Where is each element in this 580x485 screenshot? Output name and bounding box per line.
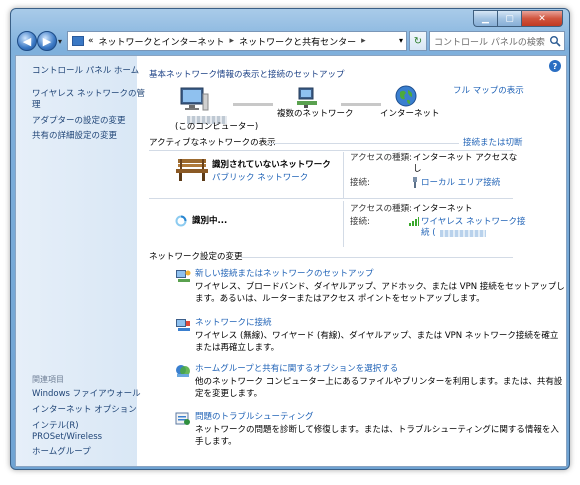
back-arrow-icon: ◀ [22,34,32,48]
bench-icon [176,159,208,181]
task-new-connection-link[interactable]: 新しい接続またはネットワークのセットアップ [195,269,374,280]
navigation-bar: ◀ ▶ ▾ « ネットワークとインターネット ▸ ネットワークと共有センター ▸… [15,29,567,53]
new-connection-icon [176,270,191,282]
sidebar-intel-proset[interactable]: インテル(R) [32,421,79,432]
help-button[interactable]: ? [549,60,561,72]
sidebar-windows-firewall[interactable]: Windows ファイアウォール [32,389,141,400]
search-input[interactable]: コントロール パネルの検索 [429,31,565,51]
sidebar-manage-wireless[interactable]: ワイヤレス ネットワークの管 [32,89,145,100]
divider [149,198,513,199]
network2-access-label: アクセスの種類: [350,204,412,214]
address-dropdown-icon[interactable]: ▾ [399,36,403,45]
network-icon [297,87,317,108]
task-pane: コントロール パネル ホーム ワイヤレス ネットワークの管 理 アダプターの設定… [16,56,145,466]
task-connect-network-desc: ワイヤレス (無線)、ワイヤード (有線)、ダイヤルアップ、または VPN ネッ… [195,331,559,341]
minimize-button[interactable]: ▁ [473,10,497,27]
address-bar[interactable]: « ネットワークとインターネット ▸ ネットワークと共有センター ▸ ▾ [67,31,407,51]
help-icon: ? [552,61,558,71]
divider [343,201,344,247]
sidebar-intel-proset-cont[interactable]: PROSet/Wireless [32,432,102,443]
network1-type-link[interactable]: パブリック ネットワーク [212,173,308,184]
wireless-connection-link-cont[interactable]: 続 ( [421,228,436,239]
task-troubleshoot-link[interactable]: 問題のトラブルシューティング [195,412,314,423]
screen: ▁ ▢ ✕ ◀ ▶ ▾ « ネットワークとインターネット ▸ ネットワークと共有… [0,0,580,485]
breadcrumb-chevron-icon[interactable]: ▸ [361,36,366,46]
homegroup-icon [176,365,190,377]
sidebar-control-panel-home[interactable]: コントロール パネル ホーム [32,66,139,77]
divider [267,143,459,144]
local-area-connection-link[interactable]: ローカル エリア接続 [421,178,500,189]
ssid-redacted [440,230,486,237]
network1-access-label: アクセスの種類: [350,153,412,163]
forward-button[interactable]: ▶ [37,31,57,51]
network2-access-value: インターネット [413,204,473,214]
network2-connection-label: 接続: [350,217,370,227]
task-connect-network-link[interactable]: ネットワークに接続 [195,318,272,329]
close-icon: ✕ [538,13,546,24]
breadcrumb-sharing-center[interactable]: ネットワークと共有センター [239,35,356,48]
search-icon [550,36,561,47]
back-button[interactable]: ◀ [17,31,37,51]
control-panel-icon [72,36,84,46]
wireless-signal-icon [409,217,419,226]
main-pane: ? 基本ネットワーク情報の表示と接続のセットアップ (このコンピューター) 複数… [137,56,567,466]
ethernet-icon [413,177,417,188]
map-link-1 [233,103,273,106]
maximize-icon: ▢ [505,13,514,24]
map-link-2 [341,103,381,106]
task-troubleshoot-desc: ネットワークの問題を診断して修復します。または、トラブルシューティングに関する情… [195,425,559,435]
explorer-window: ▁ ▢ ✕ ◀ ▶ ▾ « ネットワークとインターネット ▸ ネットワークと共有… [10,8,570,470]
sidebar-adapter-settings[interactable]: アダプターの設定の変更 [32,116,126,127]
wireless-connection-link[interactable]: ワイヤレス ネットワーク接 [421,217,525,228]
internet-globe-icon [395,85,417,107]
full-map-link[interactable]: フル マップの表示 [453,86,524,97]
task-new-connection-desc-cont: ます。あるいは、ルーターまたはアクセス ポイントをセットアップします。 [195,294,485,304]
breadcrumb-chevron-icon[interactable]: ▸ [230,36,235,46]
computer-icon [180,87,209,111]
title-buttons: ▁ ▢ ✕ [473,10,563,27]
network1-access-value-cont: し [413,164,422,174]
task-troubleshoot-desc-cont: 手します。 [195,437,237,447]
task-new-connection-desc: ワイヤレス、ブロードバンド、ダイヤルアップ、アドホック、または VPN 接続をセ… [195,282,565,292]
internet-label[interactable]: インターネット [380,109,440,120]
loading-spinner-icon [175,215,187,227]
connect-network-icon [176,319,190,331]
forward-arrow-icon: ▶ [42,34,52,48]
page-title: 基本ネットワーク情報の表示と接続のセットアップ [149,70,345,80]
see-also-heading: 関連項目 [32,375,64,384]
recent-pages-dropdown[interactable]: ▾ [58,37,62,46]
breadcrumb-network-internet[interactable]: ネットワークとインターネット [99,35,225,48]
close-button[interactable]: ✕ [521,10,563,27]
divider [149,150,513,151]
network1-access-value: インターネット アクセスな [413,153,518,163]
task-homegroup-desc-cont: 定を変更します。 [195,389,263,399]
sidebar-internet-options[interactable]: インターネット オプション [32,405,137,416]
network2-name: 識別中... [192,216,228,226]
network1-name: 識別されていないネットワーク [212,160,331,170]
address-overflow[interactable]: « [88,36,94,46]
sidebar-manage-wireless-cont[interactable]: 理 [32,100,41,111]
active-networks-heading: アクティブなネットワークの表示 [149,138,276,148]
maximize-button[interactable]: ▢ [497,10,521,27]
refresh-button[interactable]: ↻ [409,31,427,51]
sidebar-advanced-sharing[interactable]: 共有の詳細設定の変更 [32,131,117,142]
search-placeholder: コントロール パネルの検索 [434,37,545,48]
content-area: コントロール パネル ホーム ワイヤレス ネットワークの管 理 アダプターの設定… [15,55,567,467]
task-connect-network-desc-cont: または再確立します。 [195,343,280,353]
task-homegroup-link[interactable]: ホームグループと共有に関するオプションを選択する [195,364,398,375]
minimize-icon: ▁ [482,13,489,24]
change-settings-heading: ネットワーク設定の変更 [149,252,243,262]
divider [343,152,344,198]
task-homegroup-desc: 他のネットワーク コンピューター上にあるファイルやプリンターを利用します。または… [195,377,563,387]
sidebar-homegroup[interactable]: ホームグループ [32,447,91,458]
this-computer-label: (このコンピューター) [175,122,259,132]
troubleshoot-icon [175,412,190,425]
multiple-networks-label[interactable]: 複数のネットワーク [277,109,354,120]
divider [241,257,513,258]
refresh-icon: ↻ [413,35,423,47]
connect-disconnect-link[interactable]: 接続または切断 [463,138,523,149]
network1-connection-label: 接続: [350,178,370,188]
